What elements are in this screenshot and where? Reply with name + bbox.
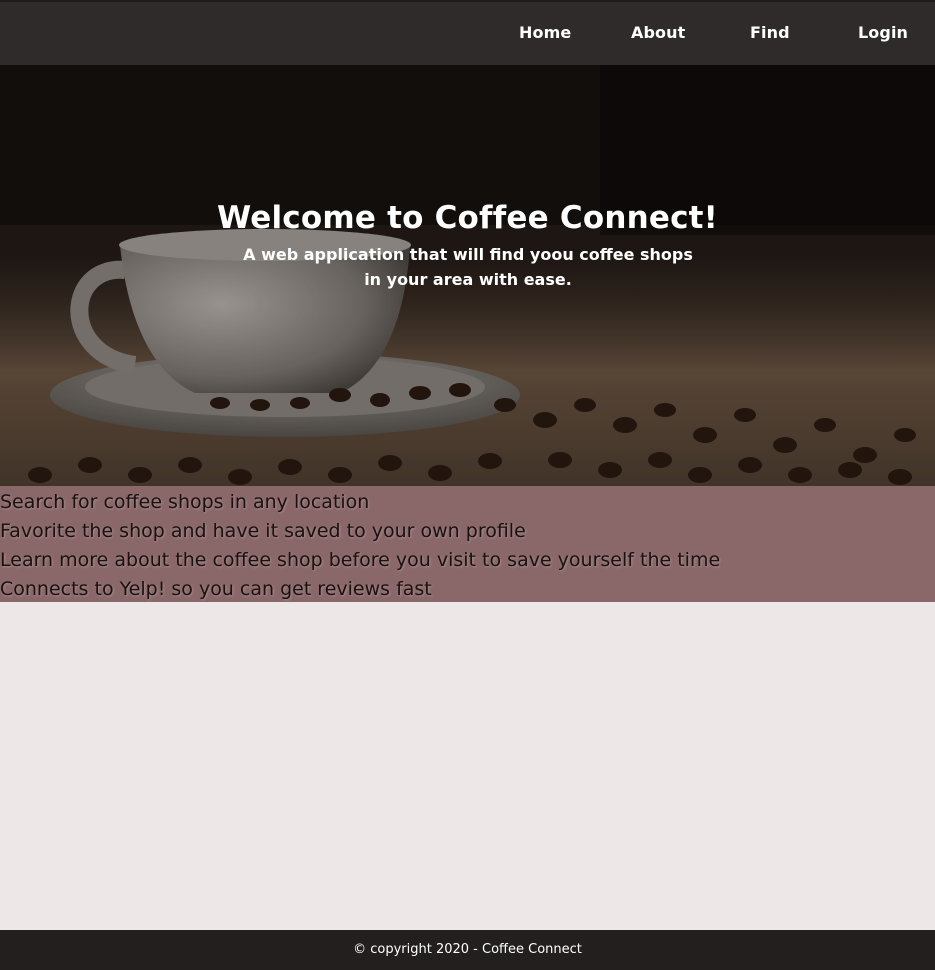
feature-item-yelp: Connects to Yelp! so you can get reviews… [0,578,432,600]
nav-find-link[interactable]: Find [750,23,790,42]
nav-about-link[interactable]: About [631,23,685,42]
feature-item-learn-more: Learn more about the coffee shop before … [0,549,721,571]
hero-banner: Welcome to Coffee Connect! A web applica… [0,65,935,486]
navbar: Home About Find Login [0,0,935,65]
hero-title: Welcome to Coffee Connect! [216,200,719,236]
feature-item-search: Search for coffee shops in any location [0,491,370,513]
footer-copyright: © copyright 2020 - Coffee Connect [353,942,582,957]
footer: © copyright 2020 - Coffee Connect [0,930,935,970]
nav-home-link[interactable]: Home [519,23,571,42]
nav-login-link[interactable]: Login [858,23,908,42]
hero-subtitle: A web application that will find yoou co… [243,245,693,289]
feature-item-favorite: Favorite the shop and have it saved to y… [0,520,526,542]
features-list: Search for coffee shops in any location … [0,486,935,602]
